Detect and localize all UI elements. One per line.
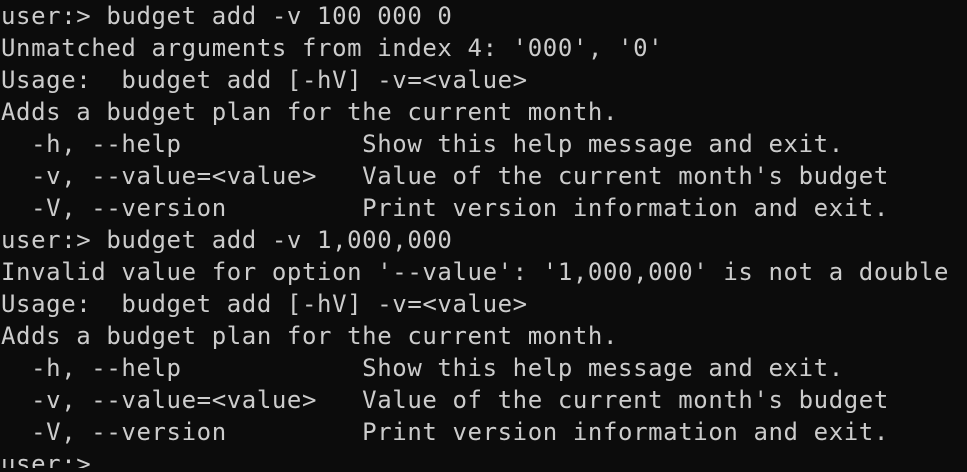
- value-option-line-2: -v, --value=<value> Value of the current…: [1, 386, 889, 414]
- help-option-line-1: -h, --help Show this help message and ex…: [1, 130, 844, 158]
- value-option-line-1: -v, --value=<value> Value of the current…: [1, 162, 889, 190]
- error-message-1: Unmatched arguments from index 4: '000',…: [1, 34, 664, 62]
- version-option-line-2: -V, --version Print version information …: [1, 418, 889, 446]
- command-line-2: user:> budget add -v 1,000,000: [1, 226, 453, 254]
- prompt-line[interactable]: user:>: [0, 448, 967, 468]
- usage-line-1: Usage: budget add [-hV] -v=<value>: [1, 66, 528, 94]
- help-option-line-2: -h, --help Show this help message and ex…: [1, 354, 844, 382]
- command-line-1: user:> budget add -v 100 000 0: [1, 2, 453, 30]
- description-line-1: Adds a budget plan for the current month…: [1, 98, 619, 126]
- description-line-2: Adds a budget plan for the current month…: [1, 322, 619, 350]
- error-message-2: Invalid value for option '--value': '1,0…: [1, 258, 950, 286]
- terminal-window[interactable]: user:> budget add -v 100 000 0 Unmatched…: [0, 0, 967, 472]
- usage-line-2: Usage: budget add [-hV] -v=<value>: [1, 290, 528, 318]
- version-option-line-1: -V, --version Print version information …: [1, 194, 889, 222]
